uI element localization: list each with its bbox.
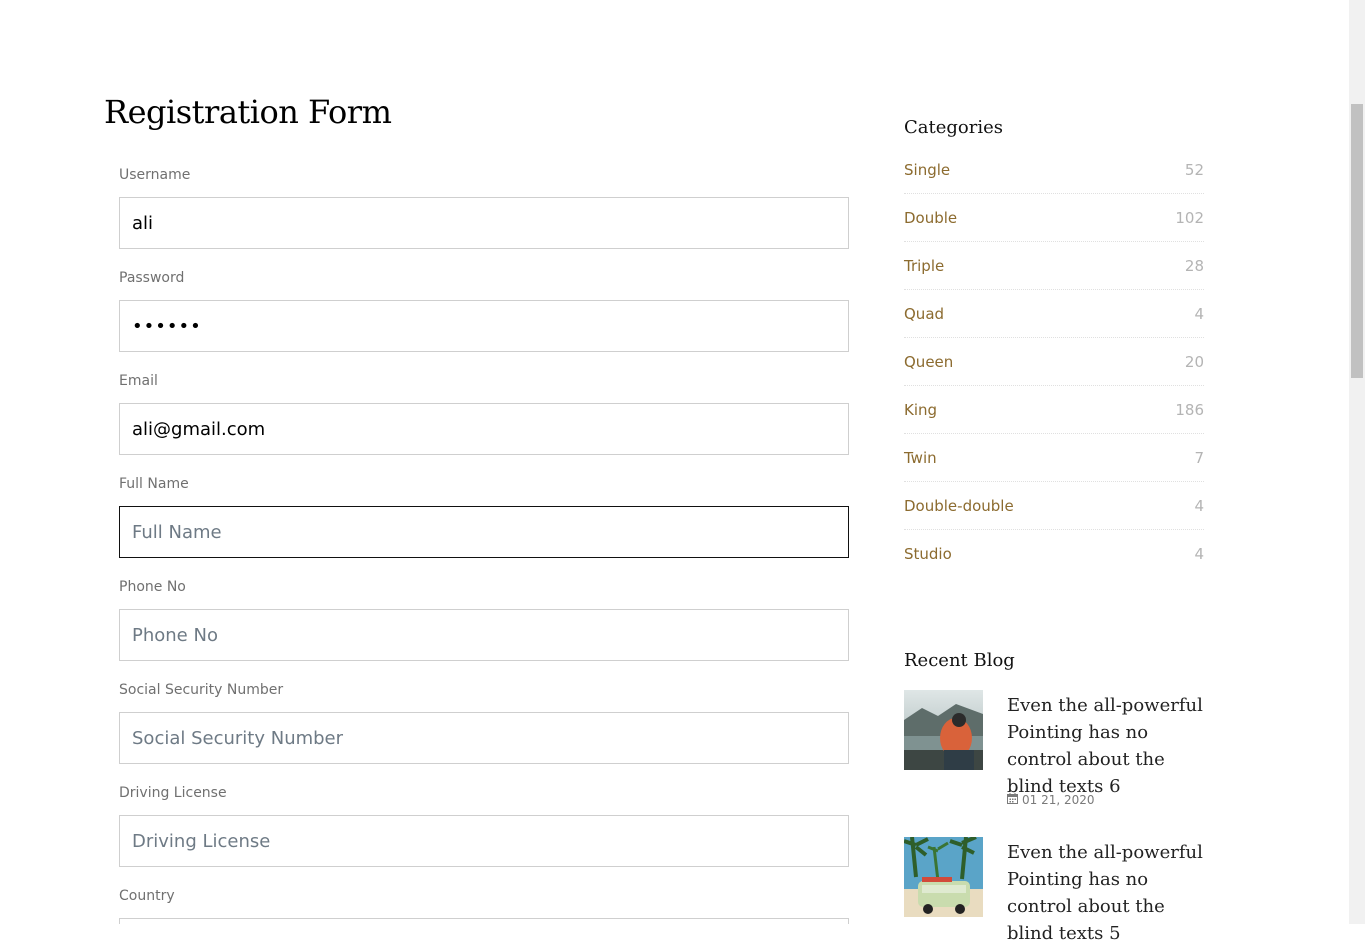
username-input[interactable] <box>119 197 849 249</box>
blog-post[interactable]: Even the all-powerful Pointing has no co… <box>904 690 1204 820</box>
category-count: 4 <box>1194 304 1204 323</box>
category-count: 52 <box>1184 160 1204 179</box>
category-count: 102 <box>1175 208 1204 227</box>
category-count: 20 <box>1184 352 1204 371</box>
blog-date-text: 01 21, 2020 <box>1022 793 1095 807</box>
ssn-label: Social Security Number <box>119 682 284 698</box>
ssn-input[interactable] <box>119 712 849 764</box>
category-name[interactable]: Double-double <box>904 497 1014 515</box>
category-name[interactable]: Triple <box>904 257 944 275</box>
category-count: 4 <box>1194 496 1204 515</box>
category-count: 4 <box>1194 545 1204 563</box>
category-name[interactable]: Studio <box>904 545 952 563</box>
blog-post[interactable]: Even the all-powerful Pointing has no co… <box>904 837 1204 944</box>
full-name-label: Full Name <box>119 476 189 492</box>
category-count: 7 <box>1194 448 1204 467</box>
phone-label: Phone No <box>119 579 186 595</box>
blog-thumbnail-van-on-beach[interactable] <box>904 837 983 917</box>
blog-title[interactable]: Even the all-powerful Pointing has no co… <box>1007 839 1207 947</box>
blog-date[interactable]: 01 21, 2020 <box>1007 793 1095 807</box>
category-item-quad[interactable]: Quad 4 <box>904 290 1204 338</box>
form-title: Registration Form <box>104 93 392 131</box>
category-item-triple[interactable]: Triple 28 <box>904 242 1204 290</box>
driving-license-label: Driving License <box>119 785 227 801</box>
recent-blog-heading: Recent Blog <box>904 650 1015 671</box>
email-label: Email <box>119 373 158 389</box>
category-name[interactable]: Twin <box>904 449 937 467</box>
categories-list: Single 52 Double 102 Triple 28 Quad 4 Qu… <box>904 146 1204 578</box>
category-item-king[interactable]: King 186 <box>904 386 1204 434</box>
category-item-single[interactable]: Single 52 <box>904 146 1204 194</box>
password-label: Password <box>119 270 185 286</box>
blog-title[interactable]: Even the all-powerful Pointing has no co… <box>1007 692 1207 800</box>
driving-license-input[interactable] <box>119 815 849 867</box>
category-name[interactable]: King <box>904 401 937 419</box>
category-count: 186 <box>1175 400 1204 419</box>
category-name[interactable]: Queen <box>904 353 953 371</box>
category-name[interactable]: Quad <box>904 305 944 323</box>
country-select[interactable] <box>119 918 849 924</box>
full-name-input[interactable] <box>119 506 849 558</box>
calendar-icon <box>1007 793 1018 807</box>
category-name[interactable]: Double <box>904 209 957 227</box>
phone-input[interactable] <box>119 609 849 661</box>
scrollbar-thumb[interactable] <box>1351 104 1363 378</box>
page: Registration Form Username Password Emai… <box>0 0 1349 944</box>
category-item-queen[interactable]: Queen 20 <box>904 338 1204 386</box>
country-label: Country <box>119 888 175 904</box>
password-input[interactable] <box>119 300 849 352</box>
category-name[interactable]: Single <box>904 161 950 179</box>
category-item-studio[interactable]: Studio 4 <box>904 530 1204 578</box>
page-scrollbar[interactable] <box>1349 0 1365 924</box>
category-item-double-double[interactable]: Double-double 4 <box>904 482 1204 530</box>
categories-heading: Categories <box>904 117 1003 138</box>
category-item-twin[interactable]: Twin 7 <box>904 434 1204 482</box>
email-input[interactable] <box>119 403 849 455</box>
category-item-double[interactable]: Double 102 <box>904 194 1204 242</box>
username-label: Username <box>119 167 191 183</box>
blog-thumbnail-hiker-by-lake[interactable] <box>904 690 983 770</box>
category-count: 28 <box>1184 256 1204 275</box>
